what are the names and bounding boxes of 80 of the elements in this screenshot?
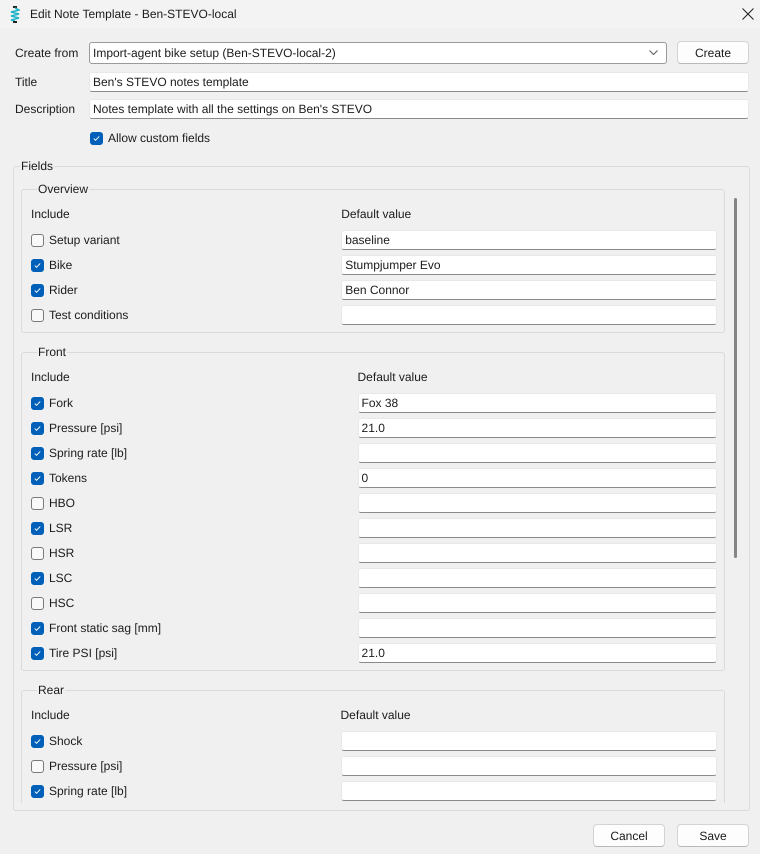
checkbox[interactable]: [31, 784, 44, 798]
default-value-field[interactable]: [358, 543, 717, 563]
default-value-field[interactable]: [358, 593, 717, 613]
checkbox-label: Pressure [psi]: [49, 420, 122, 436]
section-title: Rear: [37, 683, 66, 697]
chevron-down-icon: [649, 50, 658, 55]
checkbox[interactable]: [31, 760, 44, 772]
column-header: Include: [31, 206, 71, 222]
column-header: Default value: [341, 206, 412, 222]
checkbox-label: LSC: [49, 570, 72, 586]
checkbox[interactable]: [31, 446, 44, 460]
default-value-field[interactable]: 0: [358, 468, 717, 488]
checkbox[interactable]: [31, 396, 44, 410]
checkbox[interactable]: [31, 258, 44, 272]
checkbox-label: Setup variant: [49, 232, 120, 248]
default-value-field[interactable]: [358, 568, 717, 588]
checkbox-label: HSC: [49, 595, 74, 611]
checkbox[interactable]: [31, 308, 44, 322]
default-value-field[interactable]: Ben Connor: [341, 280, 717, 300]
checkbox-label: Spring rate [lb]: [49, 783, 128, 799]
default-value-field[interactable]: Fox 38: [358, 393, 717, 413]
create-button[interactable]: Create: [677, 41, 749, 64]
checkbox-label: Test conditions: [49, 307, 128, 323]
title-field[interactable]: Ben's STEVO notes template: [89, 72, 749, 92]
checkbox-label: HSR: [49, 545, 74, 561]
checkbox-label: Bike: [49, 257, 72, 273]
default-value-field[interactable]: [358, 493, 717, 513]
scrollbar-thumb[interactable]: [734, 198, 737, 558]
checkbox-label: Pressure [psi]: [49, 758, 122, 774]
checkbox[interactable]: [31, 734, 44, 748]
default-value-field[interactable]: [341, 305, 717, 325]
checkbox[interactable]: [31, 284, 44, 296]
checkbox[interactable]: [31, 522, 44, 534]
checkbox-label: Tire PSI [psi]: [49, 645, 118, 661]
checkbox-label: HBO: [49, 495, 76, 511]
checkbox-label: Front static sag [mm]: [49, 620, 162, 636]
checkbox[interactable]: [31, 472, 44, 484]
default-value-field[interactable]: 21.0: [358, 643, 717, 663]
checkbox[interactable]: [31, 572, 44, 584]
checkbox[interactable]: [31, 234, 44, 246]
checkbox-label: Tokens: [49, 470, 88, 486]
window-title: Edit Note Template - Ben-STEVO-local: [30, 6, 237, 22]
checkbox-label: Rider: [49, 282, 78, 298]
column-header: Include: [31, 707, 71, 723]
dialog-button[interactable]: Save: [677, 824, 749, 847]
default-value-field[interactable]: [340, 756, 717, 776]
column-header: Include: [31, 369, 71, 385]
checkbox[interactable]: [90, 132, 103, 144]
column-header: Default value: [358, 369, 429, 385]
checkbox-label: Allow custom fields: [108, 130, 210, 146]
close-icon: [742, 8, 754, 20]
checkbox[interactable]: [31, 622, 44, 634]
section-title: Front: [37, 345, 68, 359]
default-value-field[interactable]: baseline: [341, 230, 717, 250]
dialog-button[interactable]: Cancel: [593, 824, 665, 847]
create-from-dropdown[interactable]: Import-agent bike setup (Ben-STEVO-local-2): [89, 42, 667, 64]
checkbox[interactable]: [31, 546, 44, 560]
default-value-field[interactable]: [340, 781, 717, 801]
column-header: Default value: [340, 707, 412, 723]
coil-spring-icon: [10, 6, 20, 22]
field-label: Description: [15, 101, 76, 117]
checkbox[interactable]: [31, 596, 44, 610]
description-field[interactable]: Notes template with all the settings on Ben's STEVO: [89, 99, 749, 119]
field-label: Create from: [15, 44, 80, 60]
section-title: Overview: [37, 182, 90, 196]
checkbox-label: LSR: [49, 520, 72, 536]
default-value-field[interactable]: [340, 731, 717, 751]
checkbox-label: Spring rate [lb]: [49, 445, 128, 461]
checkbox-label: Fork: [49, 395, 73, 411]
default-value-field[interactable]: Stumpjumper Evo: [341, 255, 717, 275]
checkbox-label: Shock: [49, 733, 82, 749]
checkbox[interactable]: [31, 496, 44, 510]
default-value-field[interactable]: 21.0: [358, 418, 717, 438]
field-label: Title: [15, 74, 38, 90]
default-value-field[interactable]: [358, 618, 717, 638]
group-title: Fields: [20, 159, 54, 173]
checkbox[interactable]: [31, 646, 44, 660]
checkbox[interactable]: [31, 422, 44, 434]
default-value-field[interactable]: [358, 443, 717, 463]
default-value-field[interactable]: [358, 518, 717, 538]
